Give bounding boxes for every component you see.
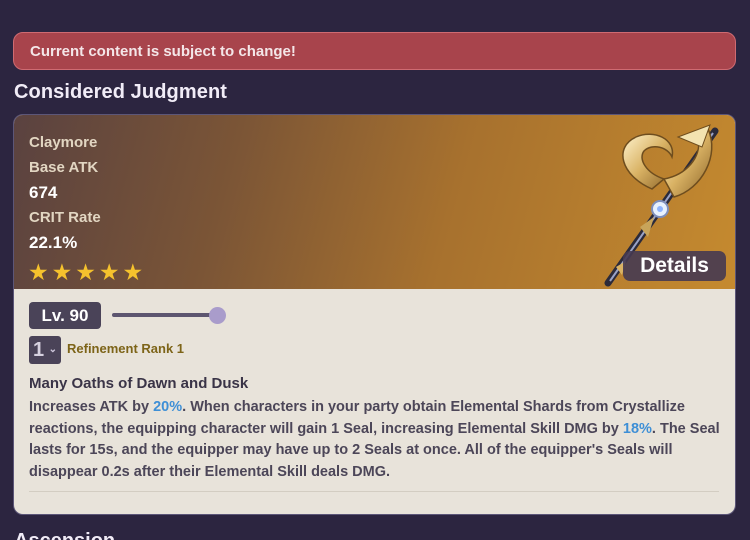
rarity-stars: ★ ★ ★ ★ ★ xyxy=(28,259,144,285)
refinement-value: 1 xyxy=(33,339,45,361)
weapon-card: Claymore Base ATK 674 CRIT Rate 22.1% ★ … xyxy=(13,114,736,515)
chevron-down-icon: ⌄ xyxy=(48,344,57,355)
passive-highlight: 18% xyxy=(622,420,652,437)
star-icon: ★ xyxy=(98,259,120,285)
passive-text: Increases ATK by xyxy=(29,399,154,415)
weapon-hero: Claymore Base ATK 674 CRIT Rate 22.1% ★ … xyxy=(14,115,735,289)
refinement-select[interactable]: 1 ⌄ xyxy=(29,336,61,364)
base-atk-value: 674 xyxy=(29,183,58,202)
refinement-label: Refinement Rank 1 xyxy=(67,341,185,356)
passive-description: Increases ATK by 20%. When characters in… xyxy=(29,397,729,483)
sub-stat-value: 22.1% xyxy=(29,233,78,252)
level-slider[interactable] xyxy=(112,313,220,317)
section-heading: Ascension xyxy=(14,530,115,540)
page-title: Considered Judgment xyxy=(14,81,228,103)
notice-alert: Current content is subject to change! xyxy=(13,32,736,70)
level-badge: Lv. 90 xyxy=(29,302,101,329)
weapon-type: Claymore xyxy=(29,134,98,151)
passive-highlight: 20% xyxy=(153,399,183,415)
base-atk-label: Base ATK xyxy=(29,159,99,176)
star-icon: ★ xyxy=(28,259,49,285)
level-slider-thumb[interactable] xyxy=(209,307,226,324)
details-button[interactable]: Details xyxy=(623,251,726,281)
star-icon: ★ xyxy=(75,259,96,285)
star-icon: ★ xyxy=(51,259,73,285)
divider xyxy=(29,491,719,492)
sub-stat-label: CRIT Rate xyxy=(29,209,101,226)
star-icon: ★ xyxy=(122,259,144,285)
passive-name: Many Oaths of Dawn and Dusk xyxy=(29,375,249,392)
